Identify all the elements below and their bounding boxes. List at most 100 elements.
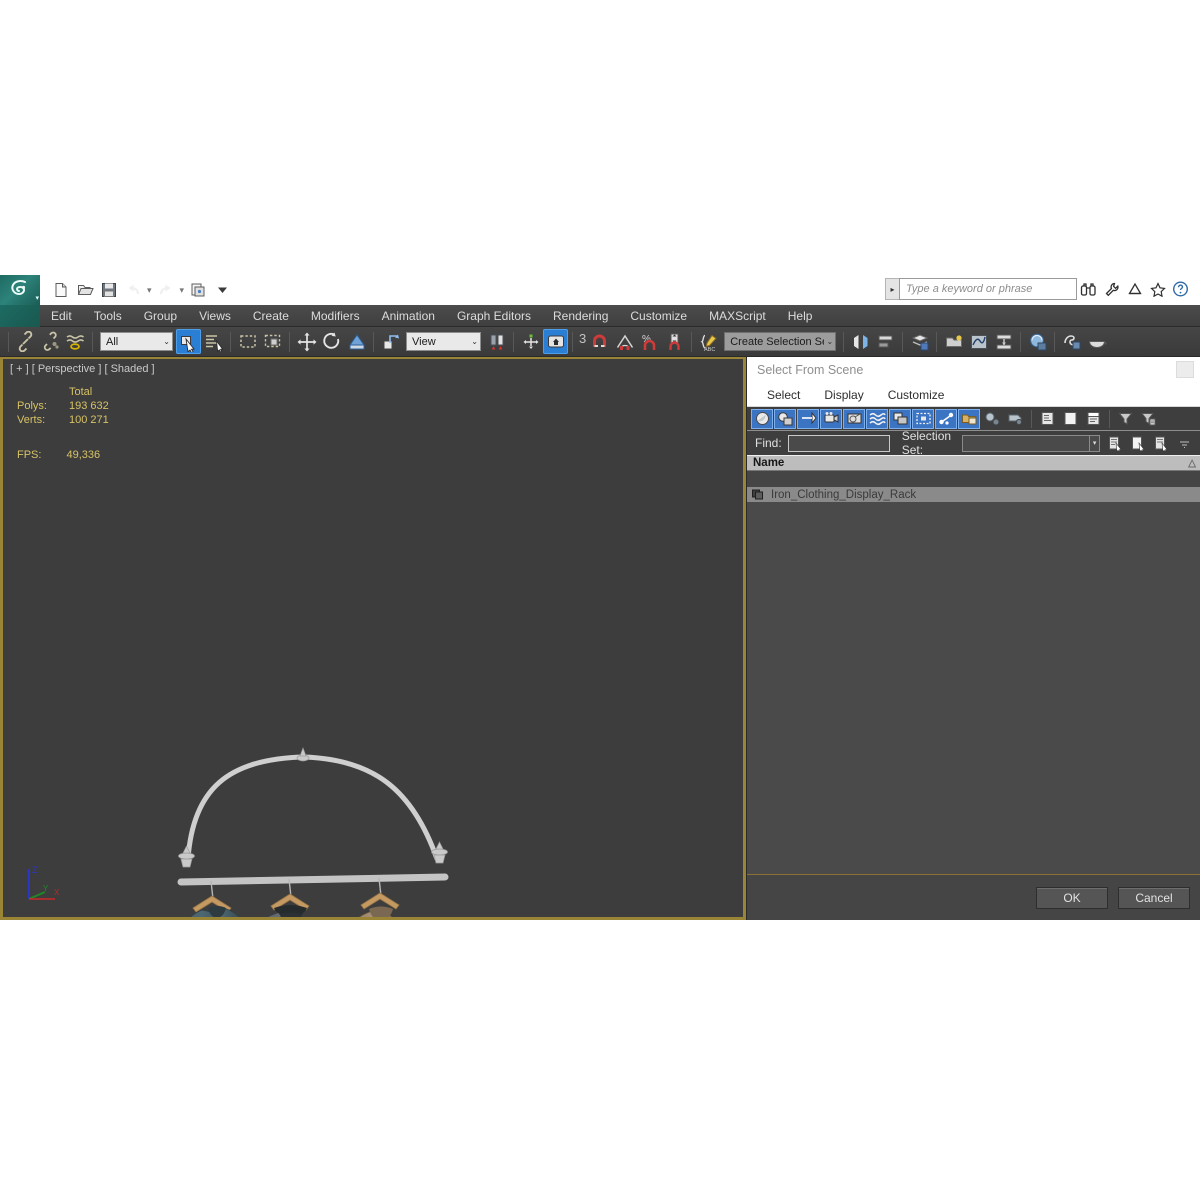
dialog-close-icon[interactable] (1176, 361, 1194, 378)
project-folder-icon[interactable] (187, 279, 209, 301)
add-selection-to-set-icon[interactable] (1127, 433, 1149, 453)
menu-item-rendering[interactable]: Rendering (542, 305, 619, 327)
align-icon[interactable] (873, 329, 898, 354)
keyboard-shortcut-override-toggle-icon[interactable] (543, 329, 568, 354)
dialog-title: Select From Scene (757, 363, 864, 377)
dialog-menu-customize[interactable]: Customize (876, 388, 957, 402)
customize-quick-access-triangle-down-icon[interactable] (211, 279, 233, 301)
display-lights-icon[interactable] (797, 408, 819, 429)
window-crossing-icon[interactable] (260, 329, 285, 354)
sort-ascending-icon[interactable]: △ (1188, 458, 1196, 469)
open-folder-icon[interactable] (74, 279, 96, 301)
help-circle-icon[interactable] (1169, 278, 1192, 300)
select-and-manipulate-icon[interactable] (518, 329, 543, 354)
display-bone-objects-icon[interactable] (935, 408, 957, 429)
dialog-menu-display[interactable]: Display (812, 388, 875, 402)
layer-explorer-icon[interactable] (907, 329, 932, 354)
table-row[interactable]: Iron_Clothing_Display_Rack (747, 487, 1200, 502)
reference-coordinate-system-dropdown[interactable]: View ⌄ (406, 332, 481, 351)
menu-item-create[interactable]: Create (242, 305, 300, 327)
select-by-name-icon[interactable] (201, 329, 226, 354)
menu-item-edit[interactable]: Edit (40, 305, 83, 327)
bind-space-warp-icon[interactable] (63, 329, 88, 354)
redo-caret-down-icon[interactable]: ▾ (179, 285, 186, 296)
configure-filter-icon[interactable] (1137, 409, 1159, 429)
use-center-flyout-icon[interactable] (378, 329, 403, 354)
undo-arrow-icon[interactable] (122, 279, 144, 301)
display-external-references-icon[interactable] (912, 408, 934, 429)
satellite-dish-icon[interactable] (1123, 278, 1146, 300)
display-children-icon[interactable] (981, 409, 1003, 429)
select-objects-in-set-icon[interactable] (1104, 433, 1126, 453)
remove-selection-from-set-icon[interactable] (1150, 433, 1172, 453)
filter-funnel-icon[interactable] (1114, 409, 1136, 429)
menu-item-animation[interactable]: Animation (371, 305, 446, 327)
menu-item-graph-editors[interactable]: Graph Editors (446, 305, 542, 327)
find-input[interactable] (787, 434, 890, 452)
display-helpers-icon[interactable] (843, 408, 865, 429)
named-selection-set-dropdown[interactable]: Create Selection Se ⌄ (724, 332, 837, 351)
selection-set-chevron-down-icon[interactable]: ▾ (1090, 434, 1100, 452)
material-editor-icon[interactable] (1025, 329, 1050, 354)
unlink-selection-icon[interactable] (38, 329, 63, 354)
redo-arrow-icon[interactable] (155, 279, 177, 301)
3dsmax-logo-icon[interactable]: ▾ (0, 275, 40, 305)
scene-explorer-icon[interactable] (941, 329, 966, 354)
snaps-toggle-icon[interactable] (587, 329, 612, 354)
select-and-rotate-icon[interactable] (319, 329, 344, 354)
display-influences-icon[interactable] (1004, 409, 1026, 429)
menu-item-group[interactable]: Group (133, 305, 188, 327)
menu-item-views[interactable]: Views (188, 305, 242, 327)
selection-filter-dropdown[interactable]: All ⌄ (100, 332, 173, 351)
expand-selected-icon[interactable] (1082, 409, 1104, 429)
binoculars-icon[interactable] (1077, 278, 1100, 300)
display-cameras-icon[interactable] (820, 408, 842, 429)
dialog-menu-select[interactable]: Select (755, 388, 812, 402)
display-containers-icon[interactable] (958, 408, 980, 429)
display-space-warps-icon[interactable] (866, 408, 888, 429)
use-pivot-point-center-icon[interactable] (484, 329, 509, 354)
menu-item-tools[interactable]: Tools (83, 305, 133, 327)
select-and-move-icon[interactable] (294, 329, 319, 354)
star-icon[interactable] (1146, 278, 1169, 300)
dialog-footer: OK Cancel (747, 875, 1200, 920)
dialog-title-bar[interactable]: Select From Scene (747, 357, 1200, 383)
curve-editor-icon[interactable] (966, 329, 991, 354)
render-setup-icon[interactable] (1059, 329, 1084, 354)
ok-button[interactable]: OK (1036, 886, 1108, 909)
cancel-button[interactable]: Cancel (1118, 886, 1190, 909)
select-object-icon[interactable] (176, 329, 201, 354)
scene-3d-model[interactable]: Z X + (3, 359, 746, 920)
menu-item-help[interactable]: Help (777, 305, 824, 327)
schematic-view-icon[interactable] (991, 329, 1016, 354)
new-file-icon[interactable] (50, 279, 72, 301)
wrench-icon[interactable] (1100, 278, 1123, 300)
search-input[interactable]: Type a keyword or phrase (899, 278, 1077, 300)
expand-all-icon[interactable] (1036, 409, 1058, 429)
display-groups-icon[interactable] (889, 408, 911, 429)
scene-object-list[interactable]: Iron_Clothing_Display_Rack (747, 487, 1200, 875)
rendered-frame-window-icon[interactable] (1084, 329, 1109, 354)
list-column-header[interactable]: Name △ (747, 455, 1200, 471)
mirror-icon[interactable] (848, 329, 873, 354)
more-options-icon[interactable] (1173, 433, 1195, 453)
spinner-snap-toggle-icon[interactable] (662, 329, 687, 354)
menu-item-maxscript[interactable]: MAXScript (698, 305, 777, 327)
select-link-icon[interactable] (13, 329, 38, 354)
undo-caret-down-icon[interactable]: ▾ (146, 285, 153, 296)
display-geometry-icon[interactable] (751, 408, 773, 429)
named-selection-edit-icon[interactable]: ABC (696, 329, 721, 354)
toolbar-separator (289, 331, 290, 352)
perspective-viewport[interactable]: [ + ] [ Perspective ] [ Shaded ] Total P… (0, 357, 746, 920)
search-expand-caret-right-icon[interactable]: ▸ (885, 278, 899, 300)
percent-snap-toggle-icon[interactable]: % (637, 329, 662, 354)
collapse-all-icon[interactable] (1059, 409, 1081, 429)
selection-set-input[interactable] (962, 434, 1091, 452)
display-shapes-icon[interactable] (774, 408, 796, 429)
save-disk-icon[interactable] (98, 279, 120, 301)
angle-snap-toggle-icon[interactable] (612, 329, 637, 354)
menu-item-customize[interactable]: Customize (619, 305, 698, 327)
menu-item-modifiers[interactable]: Modifiers (300, 305, 371, 327)
rectangular-selection-region-icon[interactable] (235, 329, 260, 354)
select-and-scale-icon[interactable] (344, 329, 369, 354)
